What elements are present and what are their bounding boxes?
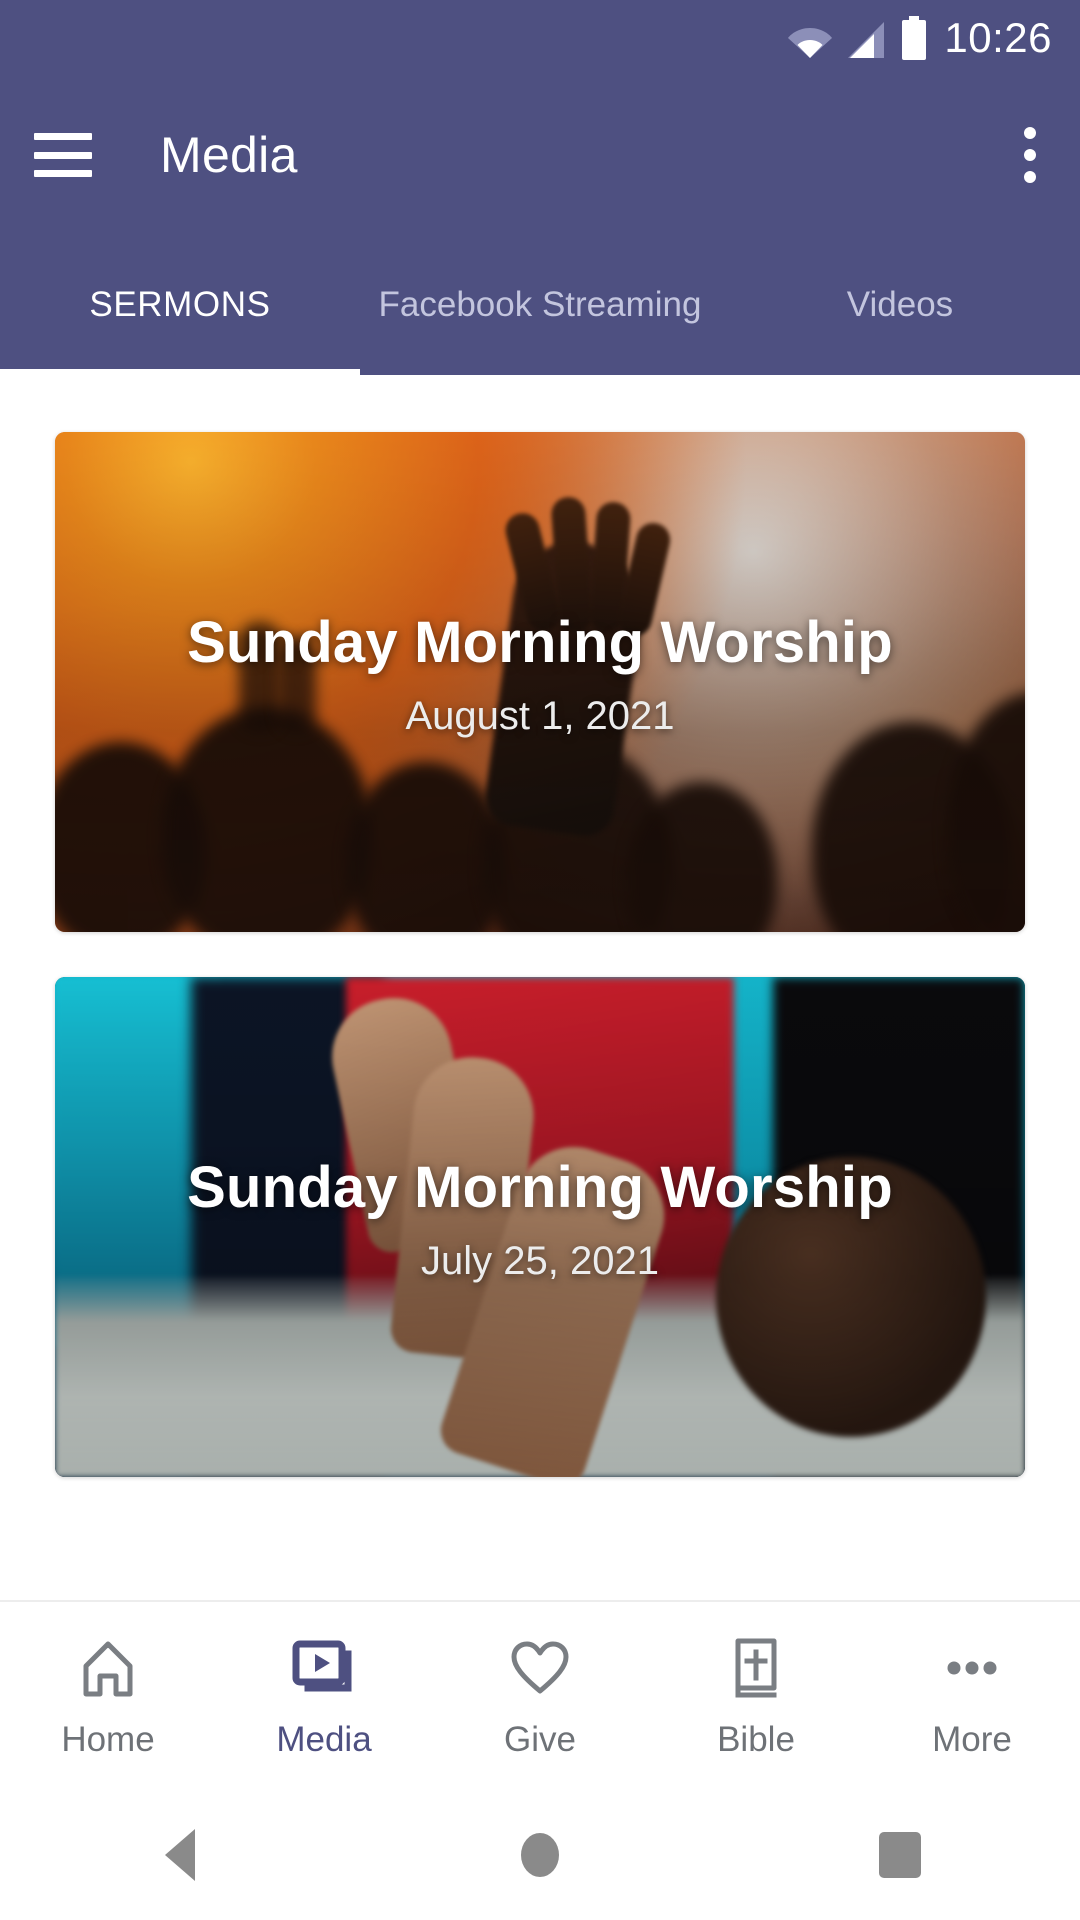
page-title: Media [160, 127, 298, 183]
sermon-list: Sunday Morning Worship August 1, 2021 Su… [0, 375, 1080, 1600]
system-navigation-bar [0, 1790, 1080, 1920]
nav-item-give[interactable]: Give [432, 1632, 648, 1760]
back-triangle-icon [165, 1829, 195, 1881]
ellipsis-icon [940, 1632, 1004, 1704]
tab-sermons-label: SERMONS [89, 285, 271, 325]
kebab-menu-icon[interactable] [1024, 127, 1036, 183]
system-recents-button[interactable] [720, 1832, 1080, 1878]
sermon-card[interactable]: Sunday Morning Worship July 25, 2021 [55, 977, 1025, 1477]
nav-item-bible[interactable]: Bible [648, 1632, 864, 1760]
nav-item-bible-label: Bible [717, 1720, 795, 1759]
nav-item-more[interactable]: More [864, 1632, 1080, 1760]
recents-square-icon [879, 1832, 921, 1878]
app-bar: Media [0, 75, 1080, 235]
nav-item-more-label: More [932, 1720, 1012, 1759]
sermon-card-text: Sunday Morning Worship July 25, 2021 [55, 1154, 1025, 1284]
tab-sermons[interactable]: SERMONS [0, 235, 360, 375]
battery-icon [902, 15, 927, 60]
nav-item-home-label: Home [61, 1720, 155, 1759]
app-root: 10:26 Media SERMONS Facebook Streaming V… [0, 0, 1080, 1920]
cellular-signal-icon [848, 21, 885, 58]
tab-facebook-streaming[interactable]: Facebook Streaming [360, 235, 720, 375]
bible-book-icon [724, 1632, 788, 1704]
tab-videos[interactable]: Videos [720, 235, 1080, 375]
heart-icon [508, 1632, 572, 1704]
sermon-title: Sunday Morning Worship [187, 610, 893, 676]
hamburger-menu-icon[interactable] [34, 133, 92, 177]
home-circle-icon [521, 1833, 559, 1877]
system-back-button[interactable] [0, 1829, 360, 1881]
bottom-navigation: Home Media Give Bible More [0, 1600, 1080, 1790]
sermon-card-text: Sunday Morning Worship August 1, 2021 [55, 609, 1025, 739]
system-home-button[interactable] [360, 1833, 720, 1877]
nav-item-give-label: Give [504, 1720, 576, 1759]
status-bar: 10:26 [0, 0, 1080, 75]
nav-item-media-label: Media [276, 1720, 372, 1759]
sermon-card[interactable]: Sunday Morning Worship August 1, 2021 [55, 432, 1025, 932]
wifi-icon [788, 27, 833, 58]
nav-item-media[interactable]: Media [216, 1632, 432, 1760]
sermon-title: Sunday Morning Worship [187, 1155, 893, 1221]
sermon-date: August 1, 2021 [405, 694, 675, 739]
tab-videos-label: Videos [846, 285, 954, 325]
home-icon [76, 1632, 140, 1704]
media-play-icon [290, 1632, 358, 1704]
status-bar-clock: 10:26 [944, 13, 1052, 61]
status-bar-icons [788, 15, 928, 60]
sermon-date: July 25, 2021 [421, 1239, 659, 1284]
tab-bar: SERMONS Facebook Streaming Videos [0, 235, 1080, 375]
nav-item-home[interactable]: Home [0, 1632, 216, 1760]
tab-facebook-streaming-label: Facebook Streaming [378, 285, 702, 325]
